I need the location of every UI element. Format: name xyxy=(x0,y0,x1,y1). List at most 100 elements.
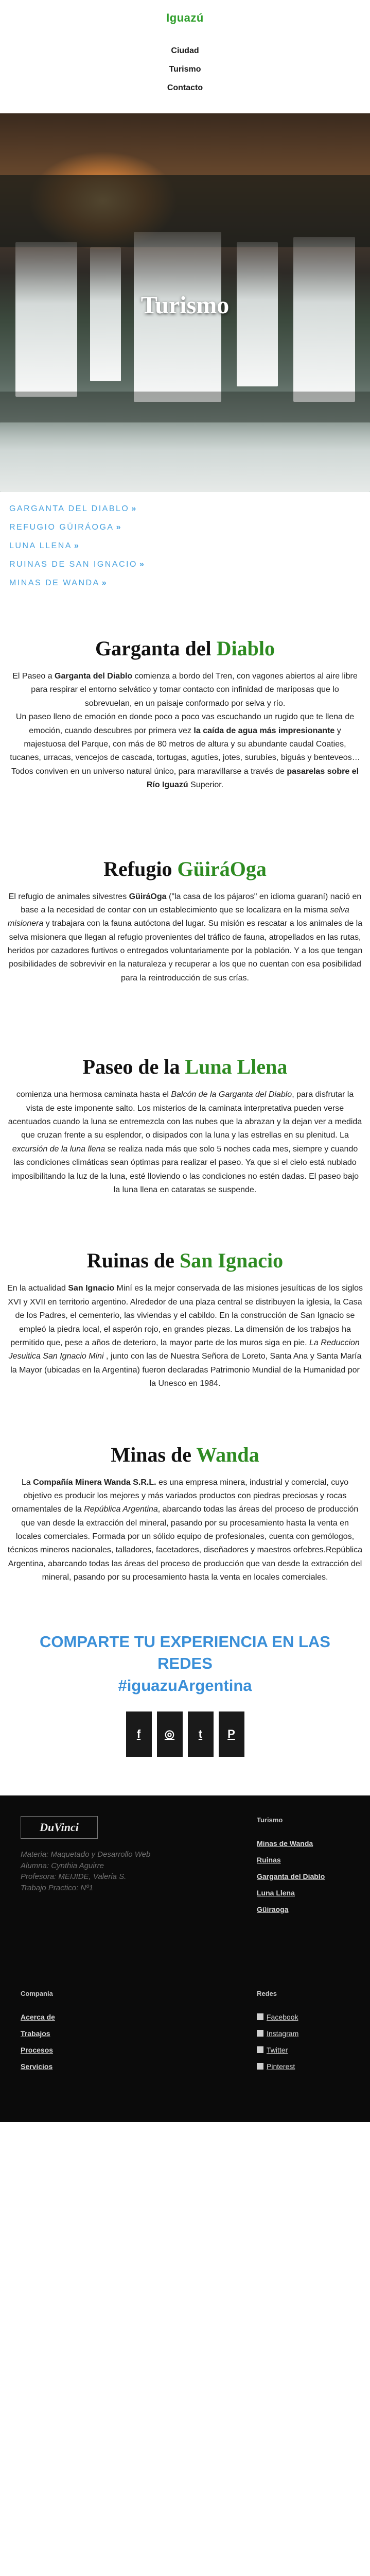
pinterest-icon xyxy=(257,2063,263,2070)
title-plain: Ruinas de xyxy=(86,1249,180,1273)
credit-line: Profesora: MEIJIDE, Valeria S. xyxy=(21,1872,127,1882)
footer-link-servicios[interactable]: Servicios xyxy=(21,2058,206,2075)
hero-waterfall xyxy=(293,237,355,402)
footer-link-guiraoga[interactable]: Güiraoga xyxy=(257,1901,349,1918)
paragraph: En la actualidad San Ignacio Miní es la … xyxy=(7,1282,363,1391)
main-content: Garganta del Diablo El Paseo a Garganta … xyxy=(0,636,370,1585)
share-heading: COMPARTE TU EXPERIENCIA EN LAS REDES xyxy=(40,1632,330,1673)
link-label: REFUGIO GÜIRÁOGA xyxy=(9,523,114,532)
paragraph: El Paseo a Garganta del Diablo comienza … xyxy=(7,670,363,710)
section-garganta: Garganta del Diablo El Paseo a Garganta … xyxy=(7,636,363,792)
nav-ciudad[interactable]: Ciudad xyxy=(171,46,199,56)
text: Superior. xyxy=(188,781,224,790)
link-refugio[interactable]: REFUGIO GÜIRÁOGA» xyxy=(9,518,361,537)
chevron-right-icon: » xyxy=(116,523,121,532)
hero-mist xyxy=(0,422,370,492)
footer-link-luna[interactable]: Luna Llena xyxy=(257,1885,349,1901)
footer-link-ruinas[interactable]: Ruinas xyxy=(257,1852,349,1868)
link-label: GARGANTA DEL DIABLO xyxy=(9,504,130,513)
footer-col-title: Compania xyxy=(21,1989,53,1997)
footer-logo: DuVinci xyxy=(21,1816,98,1839)
text-italic: excursión de la luna llena xyxy=(12,1144,105,1154)
text-italic: Balcón de la Garganta del Diablo xyxy=(171,1090,292,1099)
nav-contacto[interactable]: Contacto xyxy=(167,83,203,93)
text-bold: Compañía Minera Wanda S.R.L. xyxy=(33,1478,156,1487)
footer-link-garganta[interactable]: Garganta del Diablo xyxy=(257,1868,349,1885)
footer-compania: Compania Acerca de Trabajos Procesos Ser… xyxy=(21,1990,206,2075)
text-bold: San Ignacio xyxy=(68,1284,115,1293)
footer-redes: Redes Facebook Instagram Twitter Pintere… xyxy=(257,1990,349,2075)
section-body: En la actualidad San Ignacio Miní es la … xyxy=(7,1282,363,1391)
link-label: RUINAS DE SAN IGNACIO xyxy=(9,560,137,569)
footer-link-procesos[interactable]: Procesos xyxy=(21,2042,206,2058)
paragraph: Un paseo lleno de emoción en donde poco … xyxy=(7,710,363,792)
text: comienza una hermosa caminata hasta el xyxy=(16,1090,171,1099)
section-body: comienza una hermosa caminata hasta el B… xyxy=(7,1088,363,1197)
twitter-icon[interactable]: t xyxy=(187,1711,214,1757)
paragraph: El refugio de animales silvestres GüiráO… xyxy=(7,890,363,986)
footer-col-title: Redes xyxy=(257,1989,277,1997)
facebook-icon[interactable]: f xyxy=(126,1711,152,1757)
credit-line: Alumna: Cynthia Aguirre xyxy=(21,1861,104,1870)
brand-title[interactable]: Iguazú xyxy=(0,11,370,25)
instagram-icon xyxy=(257,2030,263,2037)
link-label: MINAS DE WANDA xyxy=(9,579,100,587)
text-bold: la caída de agua más impresionante xyxy=(193,726,335,735)
hero-waterfall xyxy=(15,242,77,397)
footer-link-facebook[interactable]: Facebook xyxy=(267,2013,298,2021)
footer-link-trabajos[interactable]: Trabajos xyxy=(21,2025,206,2042)
site-header: Iguazú Ciudad Turismo Contacto xyxy=(0,0,370,113)
text: , abarcando todas las áreas del proceso … xyxy=(7,1505,363,1582)
title-accent: San Ignacio xyxy=(179,1249,284,1273)
section-luna: Paseo de la Luna Llena comienza una herm… xyxy=(7,1055,363,1197)
chevron-right-icon: » xyxy=(139,560,144,569)
footer-link-acerca[interactable]: Acerca de xyxy=(21,2009,206,2025)
section-title: Paseo de la Luna Llena xyxy=(7,1055,363,1079)
footer-link-twitter[interactable]: Twitter xyxy=(267,2046,288,2054)
title-accent: GüiráOga xyxy=(177,857,267,880)
section-title: Refugio GüiráOga xyxy=(7,857,363,881)
text: Miní es la mejor conservada de las misio… xyxy=(8,1284,363,1347)
text-bold: GüiráOga xyxy=(129,892,167,901)
text: y trabajara con la fauna autóctona del l… xyxy=(7,919,363,982)
section-title: Ruinas de San Ignacio xyxy=(7,1248,363,1273)
link-ruinas[interactable]: RUINAS DE SAN IGNACIO» xyxy=(9,555,361,574)
pinterest-icon[interactable]: P xyxy=(218,1711,244,1757)
section-title: Garganta del Diablo xyxy=(7,636,363,660)
footer-credits: Materia: Maquetado y Desarrollo Web Alum… xyxy=(21,1849,206,1894)
text: En la actualidad xyxy=(7,1284,68,1293)
credit-line: Materia: Maquetado y Desarrollo Web xyxy=(21,1850,151,1859)
share-hashtag: #iguazuArgentina xyxy=(118,1676,252,1695)
section-ruinas: Ruinas de San Ignacio En la actualidad S… xyxy=(7,1248,363,1391)
social-buttons: f ◎ t P xyxy=(21,1711,349,1757)
link-label: LUNA LLENA xyxy=(9,541,72,550)
facebook-icon xyxy=(257,2013,263,2021)
link-minas[interactable]: MINAS DE WANDA» xyxy=(9,574,361,592)
instagram-icon[interactable]: ◎ xyxy=(156,1711,183,1757)
title-plain: Refugio xyxy=(103,857,178,880)
footer-col-title: Turismo xyxy=(257,1816,283,1824)
twitter-icon xyxy=(257,2046,263,2054)
title-plain: Paseo de la xyxy=(82,1055,185,1079)
hero-rocks xyxy=(0,392,370,422)
text-italic: República Argentina xyxy=(84,1505,158,1514)
title-plain: Minas de xyxy=(111,1443,197,1466)
footer-link-wanda[interactable]: Minas de Wanda xyxy=(257,1835,349,1852)
chevron-right-icon: » xyxy=(101,579,107,587)
chevron-right-icon: » xyxy=(131,504,136,513)
title-accent: Diablo xyxy=(216,637,275,660)
footer-about: DuVinci Materia: Maquetado y Desarrollo … xyxy=(21,1816,206,1918)
section-minas: Minas de Wanda La Compañía Minera Wanda … xyxy=(7,1443,363,1585)
credit-line: Trabajo Practico: Nº1 xyxy=(21,1884,94,1893)
section-body: El Paseo a Garganta del Diablo comienza … xyxy=(7,670,363,792)
footer-link-instagram[interactable]: Instagram xyxy=(267,2029,298,2038)
title-accent: Wanda xyxy=(196,1443,259,1466)
share-section: COMPARTE TU EXPERIENCIA EN LAS REDES #ig… xyxy=(0,1631,370,1757)
nav-turismo[interactable]: Turismo xyxy=(169,65,201,74)
footer-turismo: Turismo Minas de Wanda Ruinas Garganta d… xyxy=(257,1816,349,1918)
paragraph: La Compañía Minera Wanda S.R.L. es una e… xyxy=(7,1476,363,1585)
section-refugio: Refugio GüiráOga El refugio de animales … xyxy=(7,857,363,986)
link-garganta[interactable]: GARGANTA DEL DIABLO» xyxy=(9,500,361,518)
link-luna[interactable]: LUNA LLENA» xyxy=(9,537,361,555)
footer-link-pinterest[interactable]: Pinterest xyxy=(267,2062,295,2071)
